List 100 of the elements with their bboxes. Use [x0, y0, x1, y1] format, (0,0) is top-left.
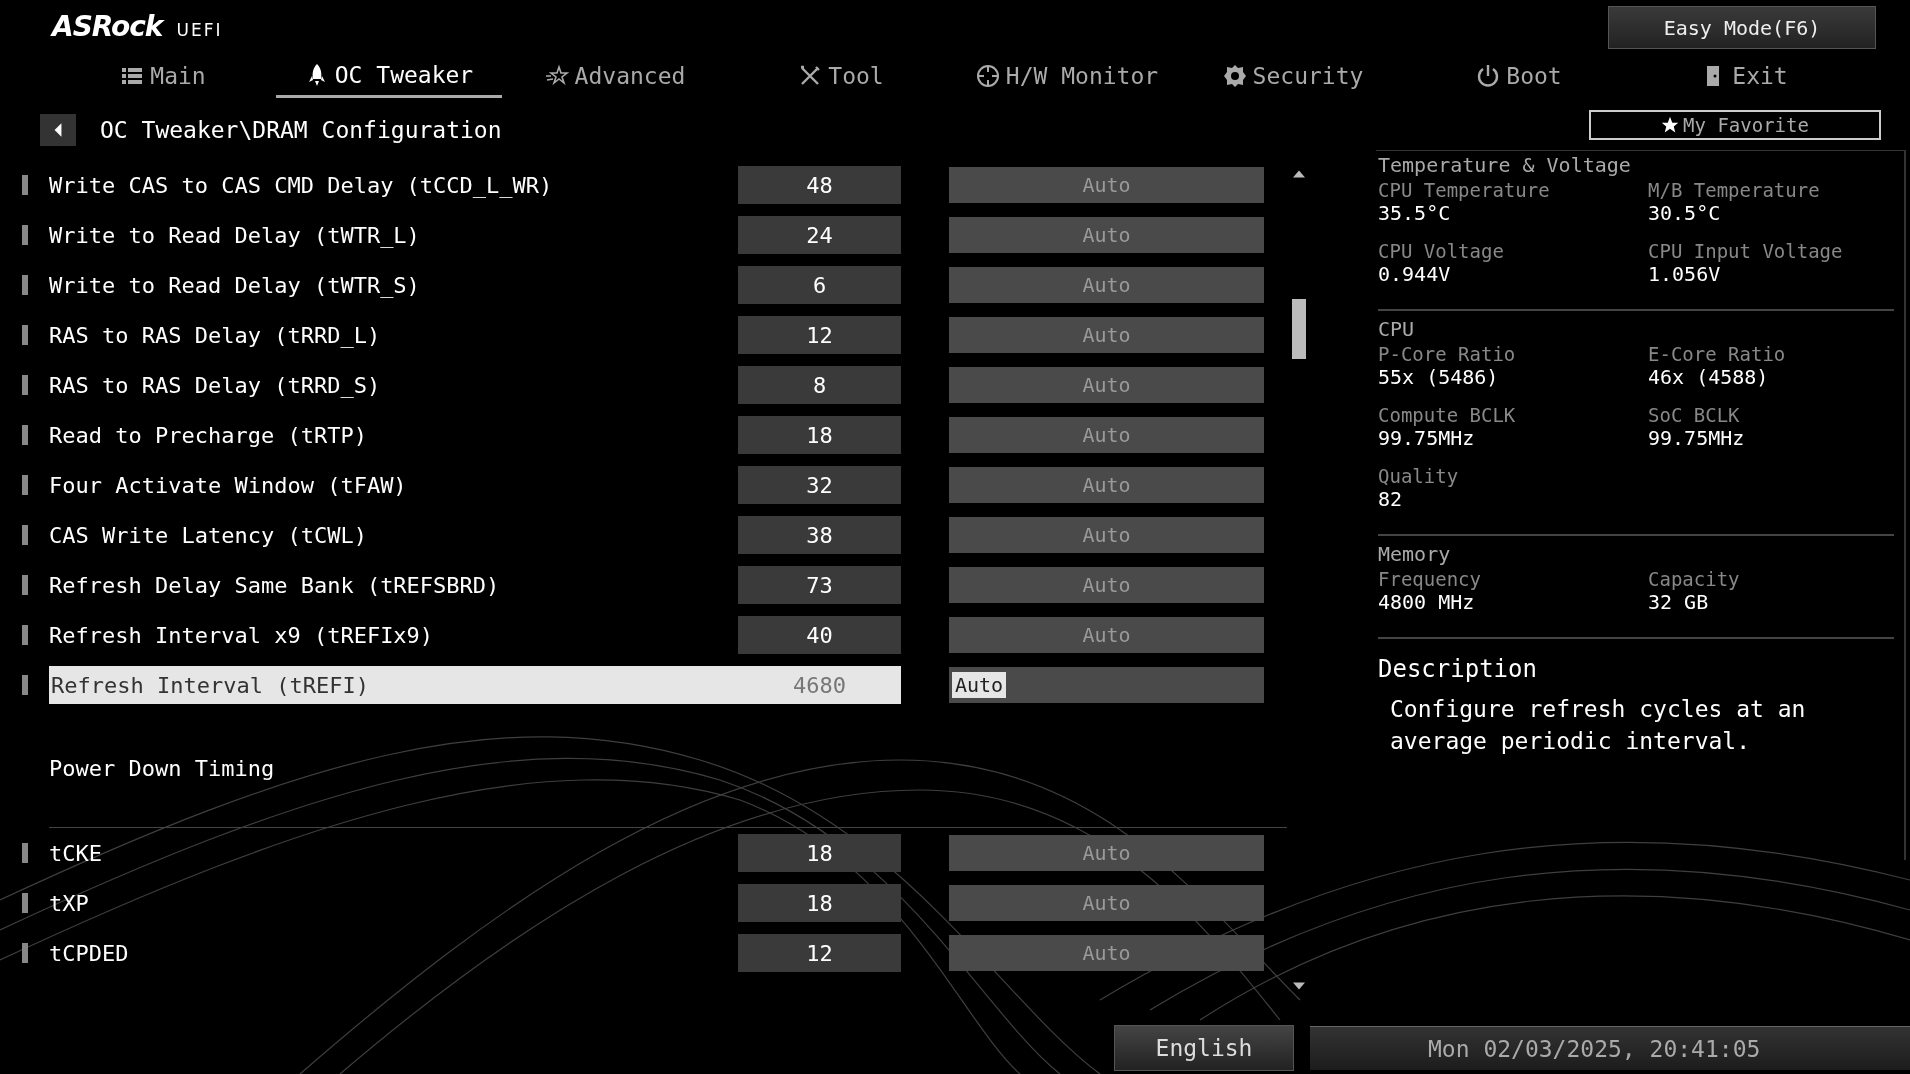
setting-label: tXP: [49, 890, 89, 916]
bullet-icon: [22, 843, 28, 863]
back-arrow-icon: [52, 122, 64, 138]
info-value: 1.056V: [1648, 262, 1722, 286]
info-label: CPU Input Voltage: [1648, 240, 1844, 262]
setting-row[interactable]: Refresh Delay Same Bank (tREFSBRD) 73: [49, 566, 901, 604]
setting-label: Four Activate Window (tFAW): [49, 472, 407, 498]
setting-row[interactable]: Four Activate Window (tFAW) 32: [49, 466, 901, 504]
setting-value: 8: [738, 366, 901, 404]
setting-row[interactable]: Write CAS to CAS CMD Delay (tCCD_L_WR) 48: [49, 166, 901, 204]
info-value: 0.944V: [1378, 262, 1452, 286]
info-value: 55x (5486): [1378, 365, 1500, 389]
info-label: Compute BCLK: [1378, 404, 1517, 426]
tab[interactable]: H/W Monitor: [954, 54, 1180, 100]
info-value: 82: [1378, 487, 1404, 511]
tab[interactable]: Boot: [1406, 54, 1632, 100]
tab[interactable]: OC Tweaker: [276, 54, 502, 98]
option-field[interactable]: Auto: [949, 667, 1264, 703]
info-label: P-Core Ratio: [1378, 343, 1517, 365]
setting-row[interactable]: Refresh Interval x9 (tREFIx9) 40: [49, 616, 901, 654]
setting-row[interactable]: Write to Read Delay (tWTR_L) 24: [49, 216, 901, 254]
description-heading: Description: [1378, 655, 1538, 683]
setting-row[interactable]: tXP 18: [49, 884, 901, 922]
bullet-icon: [22, 475, 28, 495]
tab[interactable]: Main: [50, 54, 276, 100]
info-label: Capacity: [1648, 568, 1741, 590]
setting-value: 24: [738, 216, 901, 254]
setting-row[interactable]: RAS to RAS Delay (tRRD_L) 12: [49, 316, 901, 354]
setting-value: 4680: [792, 671, 847, 700]
tab[interactable]: Exit: [1632, 54, 1858, 100]
bullet-icon: [22, 275, 28, 295]
setting-label: Write CAS to CAS CMD Delay (tCCD_L_WR): [49, 172, 553, 198]
setting-label: tCPDED: [49, 940, 129, 966]
setting-label: Write to Read Delay (tWTR_S): [49, 272, 420, 298]
setting-value: 38: [738, 516, 901, 554]
setting-label: Refresh Interval x9 (tREFIx9): [49, 622, 434, 648]
bullet-icon: [22, 225, 28, 245]
setting-label: tCKE: [49, 840, 102, 866]
info-label: M/B Temperature: [1648, 179, 1821, 201]
scroll-down-icon[interactable]: [1293, 982, 1305, 990]
setting-row[interactable]: RAS to RAS Delay (tRRD_S) 8: [49, 366, 901, 404]
info-value: 4800 MHz: [1378, 590, 1476, 614]
setting-label: Read to Precharge (tRTP): [49, 422, 367, 448]
power-icon: [1476, 63, 1501, 88]
info-value: 35.5°C: [1378, 201, 1452, 225]
setting-label: Refresh Interval (tREFI): [50, 672, 369, 698]
datetime: Mon 02/03/2025, 20:41:05: [1428, 1035, 1761, 1062]
bullet-icon: [22, 943, 28, 963]
logo: ASRock: [52, 10, 163, 43]
back-button[interactable]: [40, 114, 76, 146]
description-text: Configure refresh cycles at an average periodic interval.: [1389, 695, 1807, 756]
info-label: SoC BCLK: [1648, 404, 1741, 426]
tab[interactable]: Security: [1180, 54, 1406, 100]
setting-value: 73: [738, 566, 901, 604]
bullet-icon: [22, 425, 28, 445]
my-favorite-button[interactable]: My Favorite: [1589, 110, 1881, 140]
info-value: 46x (4588): [1648, 365, 1770, 389]
setting-value: 12: [738, 316, 901, 354]
star-icon: [1661, 116, 1680, 134]
section-heading: Power Down Timing: [49, 756, 275, 781]
tab[interactable]: Advanced: [502, 54, 728, 100]
scroll-thumb[interactable]: [1292, 299, 1306, 359]
setting-label: CAS Write Latency (tCWL): [49, 522, 367, 548]
uefi-label: UEFI: [176, 20, 223, 40]
setting-value: 6: [738, 266, 901, 304]
setting-label: RAS to RAS Delay (tRRD_L): [49, 322, 381, 348]
setting-row[interactable]: Read to Precharge (tRTP) 18: [49, 416, 901, 454]
setting-label: Refresh Delay Same Bank (tREFSBRD): [49, 572, 500, 598]
setting-row[interactable]: tCKE 18: [49, 834, 901, 872]
scroll-up-icon[interactable]: [1293, 170, 1305, 178]
setting-value: 48: [738, 166, 901, 204]
info-heading: CPU: [1378, 317, 1416, 341]
bullet-icon: [22, 575, 28, 595]
setting-label: RAS to RAS Delay (tRRD_S): [49, 372, 381, 398]
info-label: CPU Voltage: [1378, 240, 1505, 262]
info-label: E-Core Ratio: [1648, 343, 1787, 365]
info-value: 30.5°C: [1648, 201, 1722, 225]
language-button[interactable]: English: [1114, 1025, 1294, 1071]
setting-label: Write to Read Delay (tWTR_L): [49, 222, 420, 248]
setting-row[interactable]: Refresh Interval (tREFI) 4680: [49, 666, 901, 704]
setting-row[interactable]: CAS Write Latency (tCWL) 38: [49, 516, 901, 554]
info-label: Frequency: [1378, 568, 1482, 590]
bullet-icon: [22, 625, 28, 645]
info-heading: Memory: [1378, 542, 1452, 566]
bullet-icon: [22, 325, 28, 345]
tab[interactable]: Tool: [728, 54, 954, 100]
info-heading: Temperature & Voltage: [1378, 153, 1632, 177]
setting-value: 40: [738, 616, 901, 654]
info-value: 32 GB: [1648, 590, 1710, 614]
info-label: Quality: [1378, 465, 1460, 487]
bullet-icon: [22, 175, 28, 195]
setting-row[interactable]: tCPDED 12: [49, 934, 901, 972]
breadcrumb: OC Tweaker\DRAM Configuration: [100, 117, 502, 143]
setting-value: 18: [738, 416, 901, 454]
setting-value: 18: [738, 884, 901, 922]
setting-value: 32: [738, 466, 901, 504]
setting-value: 18: [738, 834, 901, 872]
easy-mode-button[interactable]: Easy Mode(F6): [1608, 6, 1876, 49]
setting-row[interactable]: Write to Read Delay (tWTR_S) 6: [49, 266, 901, 304]
setting-value: 12: [738, 934, 901, 972]
